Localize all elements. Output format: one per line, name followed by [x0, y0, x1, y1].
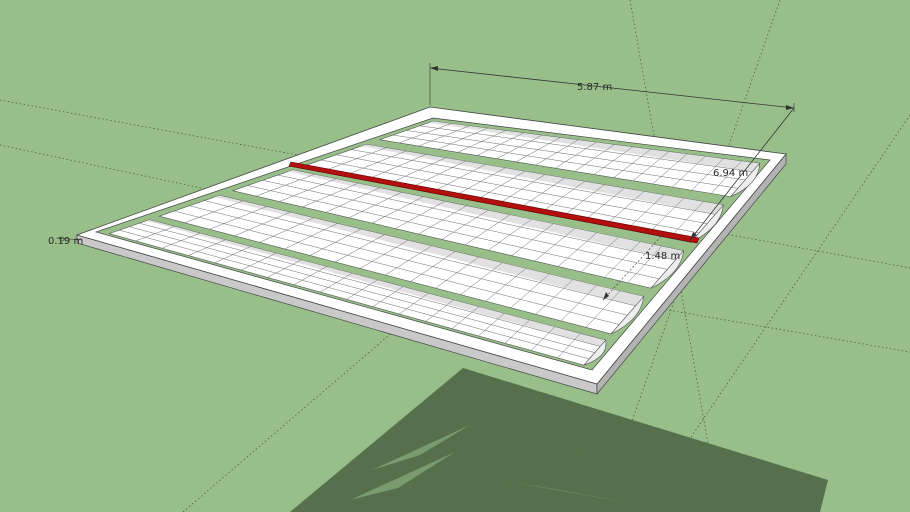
width-label: 5.87 m	[577, 82, 612, 93]
frame-label: 0.19 m	[48, 236, 83, 247]
depth-label: 6.94 m	[713, 168, 748, 179]
panel-label: 1.48 m	[645, 251, 680, 262]
model-viewport[interactable]: 5.87 m 6.94 m 1.48 m 0.19 m	[0, 0, 910, 512]
dimension-frame[interactable]: 0.19 m	[48, 236, 83, 247]
